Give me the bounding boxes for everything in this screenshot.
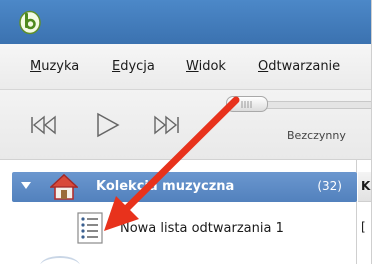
expander-icon[interactable] [21,182,31,189]
menu-bar: Muzyka Edycja Widok Odtwarzanie [0,44,371,90]
play-icon[interactable] [92,112,122,138]
home-icon [50,174,78,200]
playback-status: Bezczynny [287,129,346,142]
sidebar-item-playlist[interactable]: Nowa lista odtwarzania 1 [0,208,357,248]
grip-icon [241,101,252,108]
playlist-label: Nowa lista odtwarzania 1 [120,221,284,236]
seek-handle[interactable] [226,96,268,112]
menu-widok[interactable]: Widok [186,59,226,74]
sidebar-item-music-collection[interactable]: Kolekcja muzyczna (32) [12,172,357,202]
playlist-icon [77,212,103,244]
skip-previous-icon[interactable] [28,112,58,138]
app-icon[interactable] [17,9,43,35]
partial-next-item [40,256,80,264]
track-list-header[interactable]: K [358,172,371,202]
player-toolbar: Bezczynny [0,90,371,160]
track-list-row[interactable]: [ [361,220,366,234]
collection-count: (32) [317,179,342,193]
track-list-header-label: K [361,179,371,193]
rhythmbox-window: Muzyka Edycja Widok Odtwarzanie Bezczynn… [0,0,372,264]
menu-muzyka[interactable]: Muzyka [30,59,79,74]
collection-label: Kolekcja muzyczna [96,179,235,194]
source-sidebar: Kolekcja muzyczna (32) Nowa lista odtwar… [0,160,357,264]
skip-next-icon[interactable] [152,112,182,138]
menu-edycja[interactable]: Edycja [112,59,155,74]
title-bar[interactable] [0,0,371,44]
menu-odtwarzanie[interactable]: Odtwarzanie [258,59,340,74]
track-list-pane: K [ [358,160,371,264]
